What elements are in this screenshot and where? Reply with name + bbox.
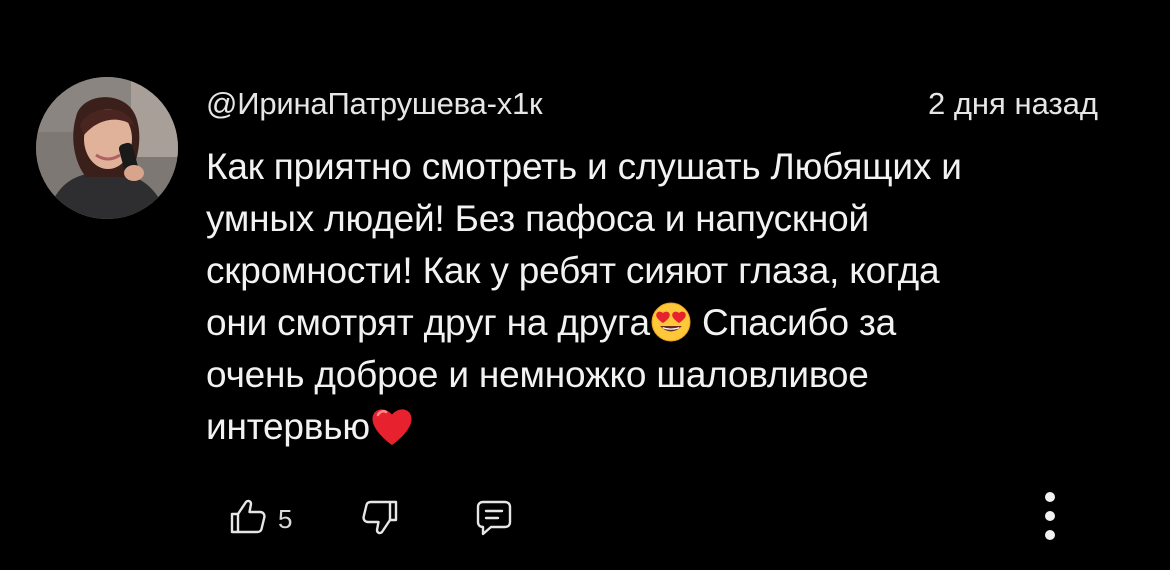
dislike-button[interactable] bbox=[360, 494, 400, 544]
reply-button[interactable] bbox=[474, 494, 514, 544]
thumbs-up-icon bbox=[228, 497, 268, 542]
comment-line-text: скромности! Как у ребят сияют глаза, ког… bbox=[206, 250, 940, 291]
red-heart-emoji-icon bbox=[370, 405, 414, 461]
comment-timestamp: 2 дня назад bbox=[927, 86, 1098, 121]
comment-text: Как приятно смотреть и слушать Любящих и… bbox=[206, 141, 1106, 453]
comment-line: интервью bbox=[206, 401, 1106, 453]
comment-line: умных людей! Без пафоса и напускной bbox=[206, 193, 1106, 245]
comment-item: @ИринаПатрушева-х1к 2 дня назад Как прия… bbox=[0, 0, 1170, 570]
comment-line-text: интервью bbox=[206, 406, 370, 447]
more-vertical-icon bbox=[1043, 490, 1057, 547]
avatar-image bbox=[36, 77, 178, 219]
avatar[interactable] bbox=[36, 77, 178, 219]
comment-line-text: умных людей! Без пафоса и напускной bbox=[206, 198, 869, 239]
comment-line: скромности! Как у ребят сияют глаза, ког… bbox=[206, 245, 1106, 297]
comment-line-text: Спасибо за bbox=[691, 302, 897, 343]
comment-line-text: Как приятно смотреть и слушать Любящих и bbox=[206, 146, 962, 187]
thumbs-down-icon bbox=[360, 497, 400, 542]
like-button[interactable]: 5 bbox=[228, 494, 292, 544]
comment-line-text: очень доброе и немножко шаловливое bbox=[206, 354, 869, 395]
comment-line-text: они смотрят друг на друга bbox=[206, 302, 650, 343]
comment-line: они смотрят друг на друга Спасибо за bbox=[206, 297, 1106, 349]
reply-comment-icon bbox=[474, 497, 514, 542]
like-count: 5 bbox=[278, 504, 293, 534]
comment-line: очень доброе и немножко шаловливое bbox=[206, 349, 1106, 401]
author-name[interactable]: @ИринаПатрушева-х1к bbox=[206, 84, 543, 124]
comment-line: Как приятно смотреть и слушать Любящих и bbox=[206, 141, 1106, 193]
more-options-button[interactable] bbox=[1032, 490, 1068, 546]
